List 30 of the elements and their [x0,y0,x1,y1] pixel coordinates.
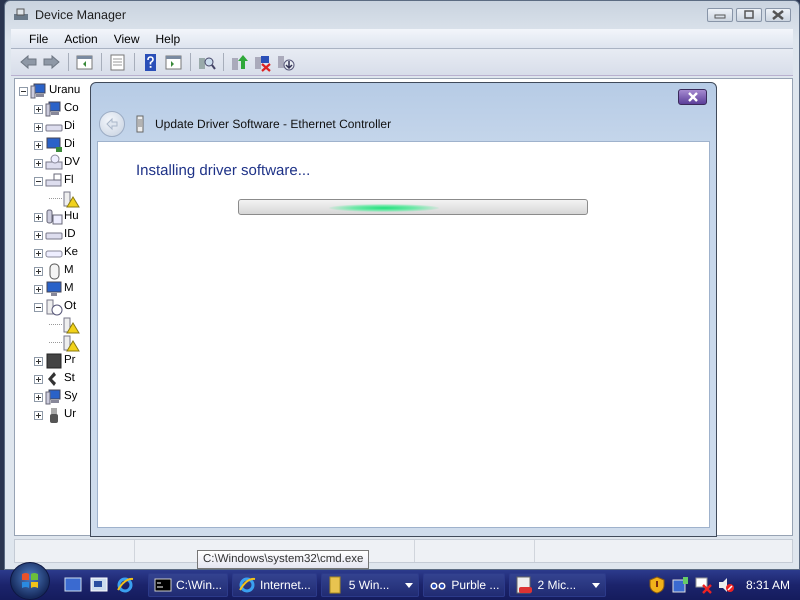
taskbar-button[interactable]: C:\Win... [148,573,228,597]
tree-item-label[interactable]: Hu [64,208,79,226]
window-title: Device Manager [35,6,126,24]
tree-item-label[interactable]: Co [64,100,79,118]
taskbar-button[interactable]: 2 Mic... [509,573,606,597]
dialog-heading: Installing driver software... [136,162,312,180]
tree-item-label[interactable]: Ke [64,244,78,262]
tree-item-label[interactable]: M [64,280,74,298]
tree-item-label[interactable]: Di [64,118,75,136]
taskbar-button[interactable]: 5 Win... [320,573,420,597]
dialog-title: Update Driver Software - Ethernet Controller [155,116,392,133]
taskbar-button[interactable]: Internet... [232,573,317,597]
taskbar-button[interactable]: Purble ... [423,573,506,597]
clock[interactable]: 8:31 AM [746,576,790,594]
tree-item-label[interactable]: M [64,262,74,280]
tree-item-label[interactable]: Fl [64,172,74,190]
tooltip: C:\Windows\system32\cmd.exe [197,550,370,569]
tree-item-label[interactable]: Sy [64,388,78,406]
tree-item-label[interactable]: DV [64,154,80,172]
tree-item-label[interactable]: Ot [64,298,76,316]
tree-item-label[interactable]: St [64,370,75,388]
menu-item[interactable]: View [106,30,148,48]
tree-item-label[interactable]: Di [64,136,75,154]
tree-item-label[interactable]: Uranu [49,82,80,100]
menu-item[interactable]: Help [148,30,188,48]
tree-item-label[interactable]: Ur [64,406,76,424]
tree-item-label[interactable]: Pr [64,352,76,370]
menu-item[interactable]: Action [56,30,106,48]
menu-item[interactable]: File [21,30,56,48]
tree-item-label[interactable]: ID [64,226,76,244]
